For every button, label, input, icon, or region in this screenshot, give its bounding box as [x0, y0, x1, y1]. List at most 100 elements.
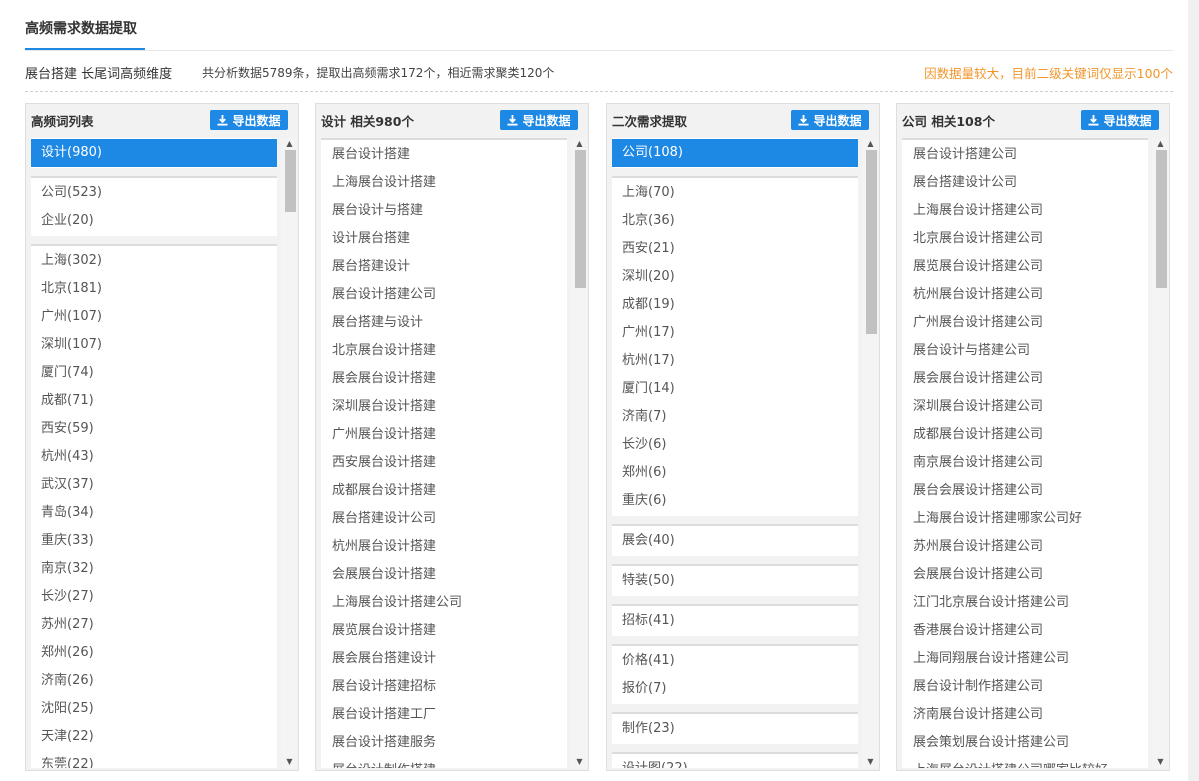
list-item[interactable]: 设计图(22) — [612, 755, 858, 768]
list-item[interactable]: 成都展台设计搭建 — [321, 477, 567, 505]
list-item[interactable]: 公司(523) — [31, 179, 277, 207]
list-item[interactable]: 特装(50) — [612, 567, 858, 595]
list-item[interactable]: 招标(41) — [612, 607, 858, 635]
list-item[interactable]: 报价(7) — [612, 675, 858, 703]
list-item[interactable]: 广州展台设计搭建公司 — [902, 309, 1148, 337]
scrollbar[interactable]: ▲ ▼ — [1152, 138, 1169, 768]
scrollbar[interactable]: ▲ ▼ — [862, 138, 879, 768]
list-item[interactable]: 厦门(74) — [31, 359, 277, 387]
list-item[interactable]: 上海展台设计搭建 — [321, 169, 567, 197]
list-item[interactable]: 沈阳(25) — [31, 695, 277, 723]
list-item[interactable]: 上海同翔展台设计搭建公司 — [902, 645, 1148, 673]
list-item[interactable]: 展会展台搭建设计 — [321, 645, 567, 673]
list-item[interactable]: 香港展台设计搭建公司 — [902, 617, 1148, 645]
list-item[interactable]: 展台设计搭建 — [321, 141, 567, 169]
scroll-up-icon[interactable]: ▲ — [281, 138, 298, 150]
list-item[interactable]: 南京(32) — [31, 555, 277, 583]
list-item[interactable]: 南京展台设计搭建公司 — [902, 449, 1148, 477]
scroll-thumb[interactable] — [285, 150, 296, 212]
list-item[interactable]: 长沙(6) — [612, 431, 858, 459]
list-item[interactable]: 设计(980) — [31, 139, 277, 167]
list-item[interactable]: 上海展台设计搭建公司 — [321, 589, 567, 617]
scrollbar[interactable]: ▲ ▼ — [281, 138, 298, 768]
list-item[interactable]: 上海展台设计搭建公司 — [902, 197, 1148, 225]
list-item[interactable]: 杭州展台设计搭建 — [321, 533, 567, 561]
list-item[interactable]: 上海(302) — [31, 247, 277, 275]
list-item[interactable]: 成都(71) — [31, 387, 277, 415]
list-item[interactable]: 西安(21) — [612, 235, 858, 263]
list-item[interactable]: 天津(22) — [31, 723, 277, 751]
list-item[interactable]: 杭州(43) — [31, 443, 277, 471]
scroll-thumb[interactable] — [866, 150, 877, 334]
list-item[interactable]: 苏州展台设计搭建公司 — [902, 533, 1148, 561]
list-item[interactable]: 展台搭建设计公司 — [321, 505, 567, 533]
list-item[interactable]: 展台设计搭建工厂 — [321, 701, 567, 729]
list-item[interactable]: 上海(70) — [612, 179, 858, 207]
scroll-up-icon[interactable]: ▲ — [862, 138, 879, 150]
list-item[interactable]: 西安展台设计搭建 — [321, 449, 567, 477]
list-item[interactable]: 成都展台设计搭建公司 — [902, 421, 1148, 449]
list-item[interactable]: 广州(17) — [612, 319, 858, 347]
scroll-thumb[interactable] — [1156, 150, 1167, 288]
list-item[interactable]: 郑州(6) — [612, 459, 858, 487]
scroll-down-icon[interactable]: ▼ — [281, 756, 298, 768]
list-item[interactable]: 济南(7) — [612, 403, 858, 431]
scroll-down-icon[interactable]: ▼ — [862, 756, 879, 768]
scroll-down-icon[interactable]: ▼ — [1152, 756, 1169, 768]
export-button[interactable]: 导出数据 — [1081, 110, 1159, 130]
list-item[interactable]: 济南(26) — [31, 667, 277, 695]
list-item[interactable]: 会展展台设计搭建公司 — [902, 561, 1148, 589]
list-item[interactable]: 展台设计搭建招标 — [321, 673, 567, 701]
list-item[interactable]: 东莞(22) — [31, 751, 277, 768]
list-item[interactable]: 价格(41) — [612, 647, 858, 675]
export-button[interactable]: 导出数据 — [210, 110, 288, 130]
list-item[interactable]: 广州(107) — [31, 303, 277, 331]
list-item[interactable]: 展台设计与搭建 — [321, 197, 567, 225]
list-item[interactable]: 苏州(27) — [31, 611, 277, 639]
list-item[interactable]: 江门北京展台设计搭建公司 — [902, 589, 1148, 617]
list-item[interactable]: 重庆(33) — [31, 527, 277, 555]
list-item[interactable]: 深圳(20) — [612, 263, 858, 291]
list-item[interactable]: 企业(20) — [31, 207, 277, 235]
list-item[interactable]: 展台设计搭建服务 — [321, 729, 567, 757]
list-item[interactable]: 展台设计制作搭建公司 — [902, 673, 1148, 701]
list-item[interactable]: 展览展台设计搭建公司 — [902, 253, 1148, 281]
list-item[interactable]: 济南展台设计搭建公司 — [902, 701, 1148, 729]
list-item[interactable]: 西安(59) — [31, 415, 277, 443]
list-item[interactable]: 上海展台设计搭建哪家公司好 — [902, 505, 1148, 533]
list-item[interactable]: 公司(108) — [612, 139, 858, 167]
list-item[interactable]: 展台设计与搭建公司 — [902, 337, 1148, 365]
list-item[interactable]: 设计展台搭建 — [321, 225, 567, 253]
list-item[interactable]: 长沙(27) — [31, 583, 277, 611]
list-item[interactable]: 北京展台设计搭建公司 — [902, 225, 1148, 253]
list-item[interactable]: 重庆(6) — [612, 487, 858, 515]
scroll-thumb[interactable] — [575, 150, 586, 288]
list-item[interactable]: 展台设计搭建公司 — [902, 141, 1148, 169]
list-item[interactable]: 武汉(37) — [31, 471, 277, 499]
list-item[interactable]: 郑州(26) — [31, 639, 277, 667]
list-item[interactable]: 展览展台设计搭建 — [321, 617, 567, 645]
scroll-up-icon[interactable]: ▲ — [1152, 138, 1169, 150]
list-item[interactable]: 展台会展设计搭建公司 — [902, 477, 1148, 505]
list-item[interactable]: 展会(40) — [612, 527, 858, 555]
list-item[interactable]: 会展展台设计搭建 — [321, 561, 567, 589]
scroll-up-icon[interactable]: ▲ — [571, 138, 588, 150]
list-item[interactable]: 深圳展台设计搭建公司 — [902, 393, 1148, 421]
list-item[interactable]: 成都(19) — [612, 291, 858, 319]
list-item[interactable]: 青岛(34) — [31, 499, 277, 527]
list-item[interactable]: 展台搭建设计公司 — [902, 169, 1148, 197]
list-item[interactable]: 展会策划展台设计搭建公司 — [902, 729, 1148, 757]
list-item[interactable]: 北京展台设计搭建 — [321, 337, 567, 365]
scroll-down-icon[interactable]: ▼ — [571, 756, 588, 768]
export-button[interactable]: 导出数据 — [791, 110, 869, 130]
list-item[interactable]: 北京(36) — [612, 207, 858, 235]
list-item[interactable]: 杭州(17) — [612, 347, 858, 375]
export-button[interactable]: 导出数据 — [500, 110, 578, 130]
list-item[interactable]: 展台设计制作搭建 — [321, 757, 567, 768]
list-item[interactable]: 展会展台设计搭建公司 — [902, 365, 1148, 393]
list-item[interactable]: 展台搭建与设计 — [321, 309, 567, 337]
list-item[interactable]: 厦门(14) — [612, 375, 858, 403]
list-item[interactable]: 展会展台设计搭建 — [321, 365, 567, 393]
list-item[interactable]: 广州展台设计搭建 — [321, 421, 567, 449]
list-item[interactable]: 上海展台设计搭建公司哪家比较好 — [902, 757, 1148, 768]
